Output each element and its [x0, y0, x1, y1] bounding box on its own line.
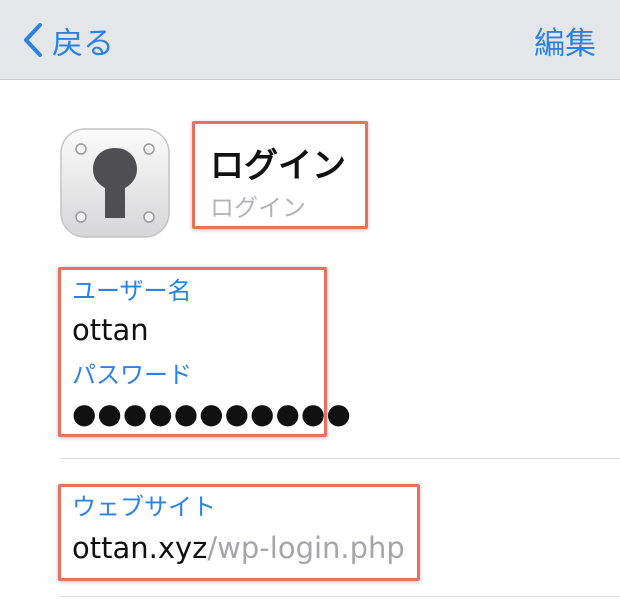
website-label: ウェブサイト [72, 493, 216, 521]
separator [60, 458, 620, 459]
username-value[interactable]: ottan [72, 313, 149, 347]
back-button-label: 戻る [52, 25, 114, 62]
navigation-bar: 戻る 編集 [0, 0, 620, 80]
username-label: ユーザー名 [72, 277, 192, 305]
website-path: /wp-login.php [207, 531, 405, 565]
edit-button[interactable]: 編集 [534, 18, 596, 62]
keyhole-lock-icon [60, 128, 170, 238]
password-label: パスワード [72, 361, 192, 389]
chevron-left-icon [24, 23, 42, 57]
website-host: ottan.xyz [72, 531, 208, 565]
website-url[interactable]: ottan.xyz/wp-login.php [72, 530, 405, 566]
back-button[interactable]: 戻る [22, 18, 114, 62]
item-title: ログイン [210, 146, 346, 186]
password-value[interactable]: ●●●●●●●●●●● [72, 396, 352, 432]
separator [60, 596, 620, 597]
item-subtitle: ログイン [210, 194, 306, 222]
